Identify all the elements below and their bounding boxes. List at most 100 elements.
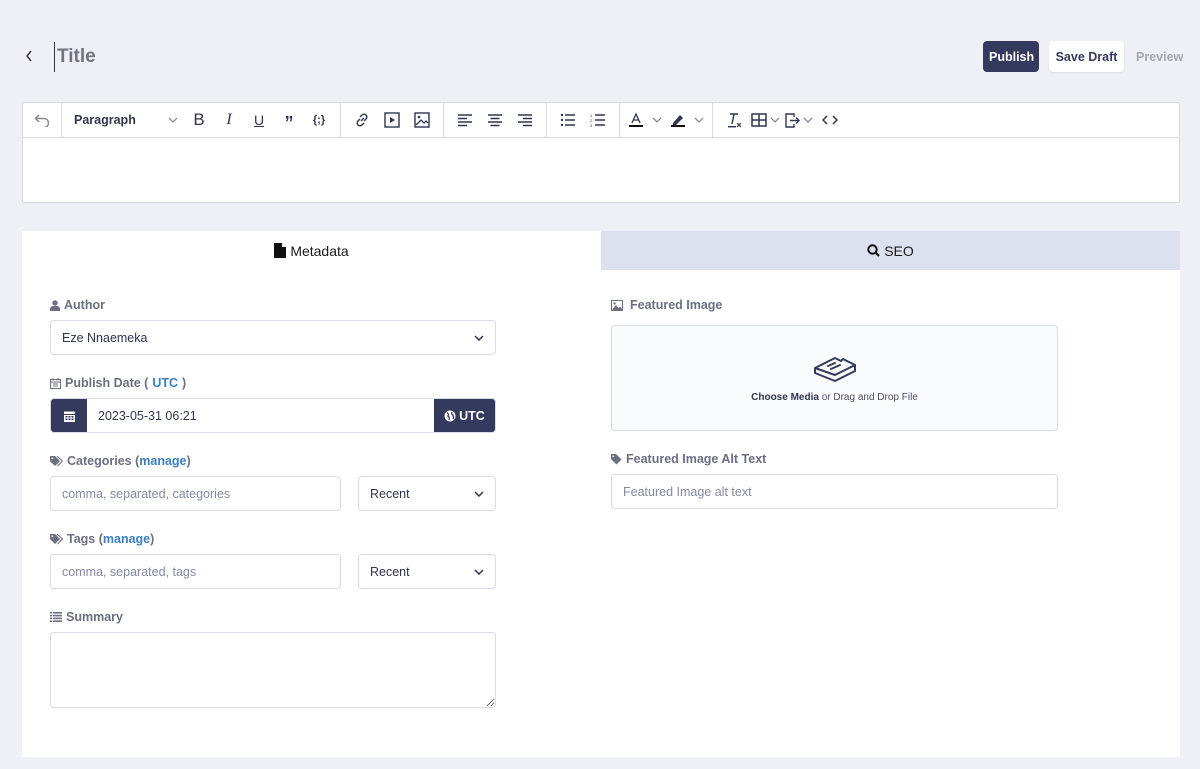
table-button[interactable] <box>751 107 780 133</box>
publish-button[interactable]: Publish <box>983 41 1039 72</box>
categories-input[interactable] <box>62 486 329 501</box>
page-header: Publish Save Draft Preview <box>0 0 1200 100</box>
tags-input[interactable] <box>62 564 329 579</box>
svg-text:3: 3 <box>590 123 593 127</box>
dropzone-text: Choose Media or Drag and Drop File <box>751 391 918 403</box>
align-center-icon <box>488 114 502 127</box>
highlighter-icon <box>671 115 685 127</box>
choose-media-link[interactable]: Choose Media <box>751 392 819 403</box>
author-value: Eze Nnaemeka <box>62 330 148 345</box>
tags-icon <box>50 533 63 544</box>
search-icon <box>867 244 880 257</box>
align-right-icon <box>518 114 532 127</box>
timezone-button[interactable]: UTC <box>434 399 495 432</box>
calendar-button[interactable] <box>51 399 87 432</box>
tags-field[interactable] <box>50 554 341 589</box>
italic-icon: I <box>226 111 232 128</box>
image-icon <box>611 299 623 311</box>
publish-date-group: UTC <box>50 398 496 433</box>
alt-text-label: Featured Image Alt Text <box>611 452 766 466</box>
publish-date-input[interactable] <box>87 399 434 432</box>
media-upload-icon <box>813 356 856 382</box>
source-code-button[interactable] <box>817 107 843 133</box>
align-left-icon <box>458 114 472 127</box>
code-button[interactable]: {;} <box>306 107 332 133</box>
bullet-list-icon <box>560 113 575 127</box>
code-braces-icon: {;} <box>312 114 326 126</box>
table-icon <box>751 113 767 127</box>
alt-text-field[interactable] <box>611 474 1058 509</box>
chevron-down-icon <box>803 117 813 123</box>
publish-date-label: Publish Date (UTC) <box>50 376 186 390</box>
author-select[interactable]: Eze Nnaemeka <box>50 320 496 355</box>
alt-text-input[interactable] <box>623 484 1046 499</box>
video-icon <box>384 112 400 128</box>
list-icon <box>50 612 62 622</box>
underline-icon: U <box>253 112 265 128</box>
block-format-select[interactable]: Paragraph <box>70 107 182 133</box>
align-right-button[interactable] <box>512 107 538 133</box>
featured-image-dropzone[interactable]: Choose Media or Drag and Drop File <box>611 325 1058 431</box>
tags-label: Tags (manage) <box>50 532 154 546</box>
chevron-down-icon <box>770 117 780 123</box>
link-icon <box>356 113 368 127</box>
summary-textarea[interactable] <box>50 632 496 708</box>
utc-link[interactable]: UTC <box>152 376 178 390</box>
source-code-icon <box>822 115 838 125</box>
align-left-button[interactable] <box>452 107 478 133</box>
tag-icon <box>611 453 622 464</box>
video-button[interactable] <box>379 107 405 133</box>
block-format-label: Paragraph <box>74 113 136 127</box>
globe-icon <box>444 410 456 421</box>
chevron-down-icon <box>474 334 484 341</box>
chevron-down-icon <box>474 568 484 575</box>
align-center-button[interactable] <box>482 107 508 133</box>
author-label: Author <box>50 298 105 312</box>
featured-image-label: Featured Image <box>611 298 722 312</box>
manage-categories-link[interactable]: manage <box>139 454 186 468</box>
tab-seo[interactable]: SEO <box>601 231 1180 270</box>
image-button[interactable] <box>409 107 435 133</box>
tab-metadata[interactable]: Metadata <box>22 231 601 270</box>
bold-icon: B <box>193 110 205 129</box>
text-color-button[interactable] <box>628 107 662 133</box>
categories-field[interactable] <box>50 476 341 511</box>
undo-button[interactable] <box>29 107 55 133</box>
tab-seo-label: SEO <box>884 242 914 259</box>
title-input[interactable] <box>54 42 554 72</box>
clear-formatting-button[interactable] <box>721 107 747 133</box>
tags-icon <box>50 455 63 466</box>
calendar-icon <box>63 411 75 422</box>
chevron-down-icon <box>168 117 178 123</box>
numbered-list-icon: 123 <box>590 113 605 127</box>
editor-toolbar: Paragraph B I U ” {;} 1 2 3 <box>23 103 1179 138</box>
calendar-icon <box>50 377 61 389</box>
bullet-list-button[interactable] <box>555 107 581 133</box>
back-button[interactable] <box>20 46 38 66</box>
preview-button[interactable]: Preview <box>1130 41 1186 72</box>
italic-button[interactable]: I <box>216 107 242 133</box>
text-color-icon <box>629 112 643 127</box>
link-button[interactable] <box>349 107 375 133</box>
summary-label: Summary <box>50 610 123 624</box>
export-file-icon <box>785 113 800 128</box>
save-draft-button[interactable]: Save Draft <box>1049 41 1124 72</box>
numbered-list-button[interactable]: 123 <box>585 107 611 133</box>
manage-tags-link[interactable]: manage <box>103 532 150 546</box>
underline-button[interactable]: U <box>246 107 272 133</box>
user-icon <box>50 299 60 311</box>
clear-formatting-icon <box>728 113 742 128</box>
chevron-down-icon <box>694 117 704 123</box>
categories-filter-select[interactable]: Recent <box>358 476 496 511</box>
bold-button[interactable]: B <box>186 107 212 133</box>
highlight-color-button[interactable] <box>670 107 704 133</box>
export-button[interactable] <box>784 107 813 133</box>
chevron-down-icon <box>652 117 662 123</box>
categories-label: Categories (manage) <box>50 454 191 468</box>
tags-filter-select[interactable]: Recent <box>358 554 496 589</box>
tab-metadata-label: Metadata <box>290 242 349 259</box>
quote-icon: ” <box>284 113 294 133</box>
editor-content-area[interactable] <box>23 138 1179 202</box>
blockquote-button[interactable]: ” <box>276 107 302 133</box>
panel-tabs: Metadata SEO <box>22 231 1180 270</box>
